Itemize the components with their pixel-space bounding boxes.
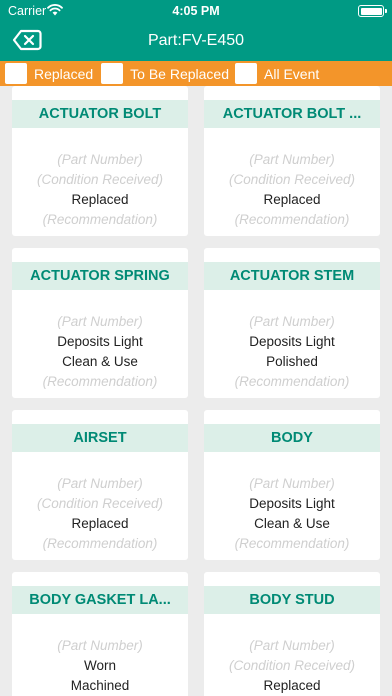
parts-grid: ACTUATOR BOLT (Part Number) (Condition R…	[0, 86, 392, 696]
part-card[interactable]: ACTUATOR SPRING (Part Number) Deposits L…	[12, 248, 188, 398]
part-card-body: (Part Number) (Condition Received) Repla…	[12, 474, 188, 554]
action-taken: Clean & Use	[254, 516, 330, 531]
action-taken: Clean & Use	[62, 354, 138, 369]
part-card-title: ACTUATOR BOLT	[12, 100, 188, 128]
recommendation: (Recommendation)	[42, 374, 158, 389]
part-number: (Part Number)	[57, 152, 143, 167]
part-card[interactable]: ACTUATOR BOLT ... (Part Number) (Conditi…	[204, 86, 380, 236]
action-taken: Replaced	[71, 192, 129, 207]
part-card-body: (Part Number) (Condition Received) Repla…	[12, 150, 188, 230]
action-taken: Replaced	[263, 192, 321, 207]
filter-all-event-label: All Event	[264, 65, 320, 82]
part-card[interactable]: ACTUATOR BOLT (Part Number) (Condition R…	[12, 86, 188, 236]
filter-replaced-label: Replaced	[34, 65, 94, 82]
part-card-body: (Part Number) Deposits Light Polished (R…	[204, 312, 380, 392]
condition-received: (Condition Received)	[228, 172, 356, 187]
recommendation: (Recommendation)	[234, 536, 350, 551]
action-taken: Replaced	[71, 516, 129, 531]
page-title: Part:FV-E450	[147, 32, 245, 49]
part-card-body: (Part Number) (Condition Received) Repla…	[204, 636, 380, 696]
condition-received: Deposits Light	[57, 334, 143, 349]
part-card-title: BODY STUD	[204, 586, 380, 614]
part-card-title: ACTUATOR BOLT ...	[204, 100, 380, 128]
part-card-title: BODY	[204, 424, 380, 452]
part-card-body: (Part Number) Worn Machined	[12, 636, 188, 696]
checkbox-replaced[interactable]	[5, 63, 27, 84]
action-taken: Polished	[266, 354, 318, 369]
part-card-body: (Part Number) Deposits Light Clean & Use…	[12, 312, 188, 392]
condition-received: (Condition Received)	[36, 172, 164, 187]
condition-received: Deposits Light	[249, 496, 335, 511]
clock: 4:05 PM	[172, 4, 220, 18]
part-number: (Part Number)	[57, 638, 143, 653]
part-card[interactable]: ACTUATOR STEM (Part Number) Deposits Lig…	[204, 248, 380, 398]
filter-to-be-replaced[interactable]: To Be Replaced	[101, 61, 229, 86]
condition-received: Deposits Light	[249, 334, 335, 349]
part-card-body: (Part Number) (Condition Received) Repla…	[204, 150, 380, 230]
recommendation: (Recommendation)	[234, 374, 350, 389]
part-number: (Part Number)	[249, 314, 335, 329]
part-number: (Part Number)	[57, 476, 143, 491]
status-bar: Carrier 4:05 PM	[0, 0, 392, 22]
part-card[interactable]: BODY (Part Number) Deposits Light Clean …	[204, 410, 380, 560]
condition-received: (Condition Received)	[36, 496, 164, 511]
part-number: (Part Number)	[249, 476, 335, 491]
battery-icon	[358, 5, 387, 17]
part-card-title: ACTUATOR SPRING	[12, 262, 188, 290]
filter-bar: Replaced To Be Replaced All Event	[0, 61, 392, 86]
condition-received: Worn	[83, 658, 116, 673]
part-card-title: AIRSET	[12, 424, 188, 452]
filter-to-be-replaced-label: To Be Replaced	[130, 65, 229, 82]
nav-bar: Part:FV-E450	[0, 22, 392, 61]
part-number: (Part Number)	[249, 152, 335, 167]
part-number: (Part Number)	[57, 314, 143, 329]
checkbox-to-be-replaced[interactable]	[101, 63, 124, 84]
recommendation: (Recommendation)	[42, 212, 158, 227]
part-card[interactable]: AIRSET (Part Number) (Condition Received…	[12, 410, 188, 560]
checkbox-all-event[interactable]	[235, 63, 257, 84]
recommendation: (Recommendation)	[42, 536, 158, 551]
part-card[interactable]: BODY GASKET LA... (Part Number) Worn Mac…	[12, 572, 188, 696]
recommendation: (Recommendation)	[234, 212, 350, 227]
part-card-title: ACTUATOR STEM	[204, 262, 380, 290]
app-header: Carrier 4:05 PM Part:FV-E450	[0, 0, 392, 61]
filter-replaced[interactable]: Replaced	[5, 61, 93, 86]
action-taken: Machined	[70, 678, 130, 693]
part-number: (Part Number)	[249, 638, 335, 653]
part-card-body: (Part Number) Deposits Light Clean & Use…	[204, 474, 380, 554]
part-card-title: BODY GASKET LA...	[12, 586, 188, 614]
condition-received: (Condition Received)	[228, 658, 356, 673]
filter-all-event[interactable]: All Event	[235, 61, 319, 86]
part-card[interactable]: BODY STUD (Part Number) (Condition Recei…	[204, 572, 380, 696]
action-taken: Replaced	[263, 678, 321, 693]
